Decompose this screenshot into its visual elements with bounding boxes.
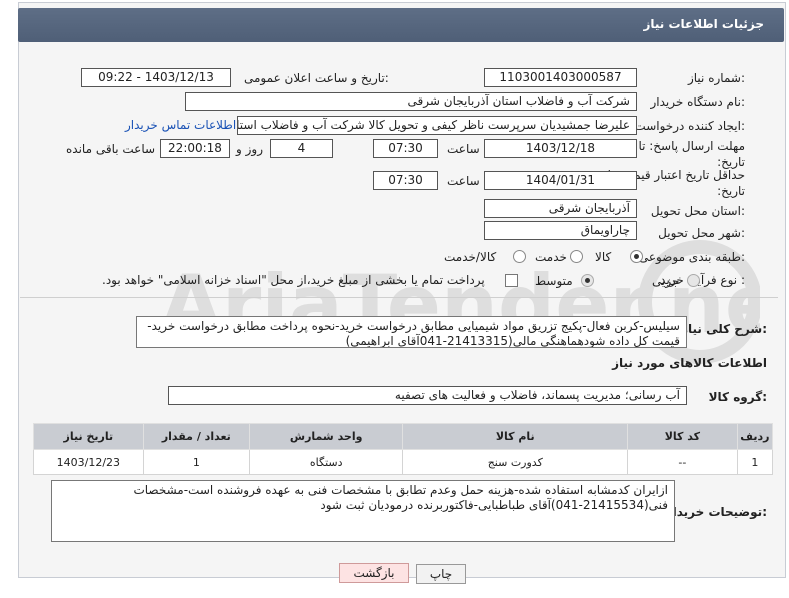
announce-label: تاریخ و ساعت اعلان عمومی:	[244, 71, 389, 85]
buyer-org-field: شرکت آب و فاضلاب استان آذربایجان شرقی	[185, 92, 637, 111]
goods-table-header: ردیف کد کالا نام کالا واحد شمارش تعداد /…	[33, 423, 774, 450]
city-label: شهر محل تحویل:	[658, 226, 745, 240]
province-label: استان محل تحویل:	[650, 204, 745, 218]
buyer-notes-text: ازایران کدمشابه استفاده شده-هزینه حمل وع…	[51, 480, 675, 542]
cell-qty: 1	[142, 449, 250, 475]
category-radio-goods[interactable]	[630, 250, 643, 263]
cell-unit: دستگاه	[248, 449, 404, 475]
province-field: آذربایجان شرقی	[484, 199, 637, 218]
validity-time-field: 07:30	[373, 171, 438, 190]
treasury-payment-text: پرداخت تمام یا بخشی از مبلغ خرید،از محل …	[102, 273, 485, 287]
contact-info-link[interactable]: اطلاعات تماس خریدار	[125, 118, 236, 132]
goods-group-field: آب رسانی؛ مدیریت پسماند، فاضلاب و فعالیت…	[168, 386, 687, 405]
col-qty: تعداد / مقدار	[142, 423, 250, 450]
treasury-payment-checkbox[interactable]	[505, 274, 518, 287]
remaining-label: ساعت باقی مانده	[66, 142, 156, 156]
need-number-label: شماره نیاز:	[687, 71, 745, 85]
process-radio-minor[interactable]	[687, 274, 700, 287]
category-option-goods: کالا	[595, 250, 612, 264]
send-hour-label: ساعت	[447, 142, 480, 156]
goods-table: ردیف کد کالا نام کالا واحد شمارش تعداد /…	[33, 423, 774, 475]
days-field: 4	[270, 139, 333, 158]
buyer-org-label: نام دستگاه خریدار:	[650, 95, 746, 109]
category-label: طبقه بندی موضوعی:	[638, 250, 745, 264]
cell-date: 1403/12/23	[33, 449, 144, 475]
goods-group-label: گروه کالا:	[708, 390, 767, 404]
divider	[20, 297, 778, 298]
category-radio-service[interactable]	[570, 250, 583, 263]
back-button[interactable]: بازگشت	[339, 563, 409, 583]
col-row: ردیف	[736, 423, 774, 450]
process-option-medium: متوسط	[535, 274, 573, 288]
city-field: چاراویماق	[484, 221, 637, 240]
goods-section-title: اطلاعات کالاهای مورد نیاز	[612, 356, 767, 370]
category-radio-goods-service[interactable]	[513, 250, 526, 263]
send-date-field: 1403/12/18	[484, 139, 637, 158]
buyer-notes-label: توضیحات خریدار:	[665, 505, 767, 519]
days-label: روز و	[236, 142, 263, 156]
process-option-minor: جزیی	[652, 274, 680, 288]
col-name: نام کالا	[402, 423, 629, 450]
category-option-service: خدمت	[535, 250, 567, 264]
process-radio-medium[interactable]	[581, 274, 594, 287]
table-row: 1 -- کدورت سنج دستگاه 1 1403/12/23	[33, 449, 774, 475]
creator-field: علیرضا جمشیدیان سرپرست ناظر کیفی و تحویل…	[237, 116, 637, 135]
cell-code: --	[627, 449, 738, 475]
validity-date-field: 1404/01/31	[484, 171, 637, 190]
send-time-field: 07:30	[373, 139, 438, 158]
need-number-field: 1103001403000587	[484, 68, 637, 87]
col-unit: واحد شمارش	[248, 423, 404, 450]
description-label: شرح کلی نیاز:	[681, 322, 767, 336]
description-text: سیلیس-کربن فعال-پکیج تزریق مواد شیمیایی …	[136, 316, 687, 348]
send-deadline-label: مهلت ارسال پاسخ: تا تاریخ:	[638, 139, 745, 169]
cell-name: کدورت سنج	[402, 449, 629, 475]
panel-header: جزئیات اطلاعات نیاز	[18, 8, 784, 42]
print-button[interactable]: چاپ	[416, 564, 466, 584]
col-date: تاریخ نیاز	[33, 423, 144, 450]
announce-field: 1403/12/13 - 09:22	[81, 68, 231, 87]
validity-hour-label: ساعت	[447, 174, 480, 188]
category-option-goods-service: کالا/خدمت	[444, 250, 497, 264]
cell-row: 1	[736, 449, 774, 475]
col-code: کد کالا	[627, 423, 738, 450]
creator-label: ایجاد کننده درخواست:	[634, 119, 745, 133]
panel-title: جزئیات اطلاعات نیاز	[643, 17, 764, 31]
remaining-time-field: 22:00:18	[160, 139, 230, 158]
